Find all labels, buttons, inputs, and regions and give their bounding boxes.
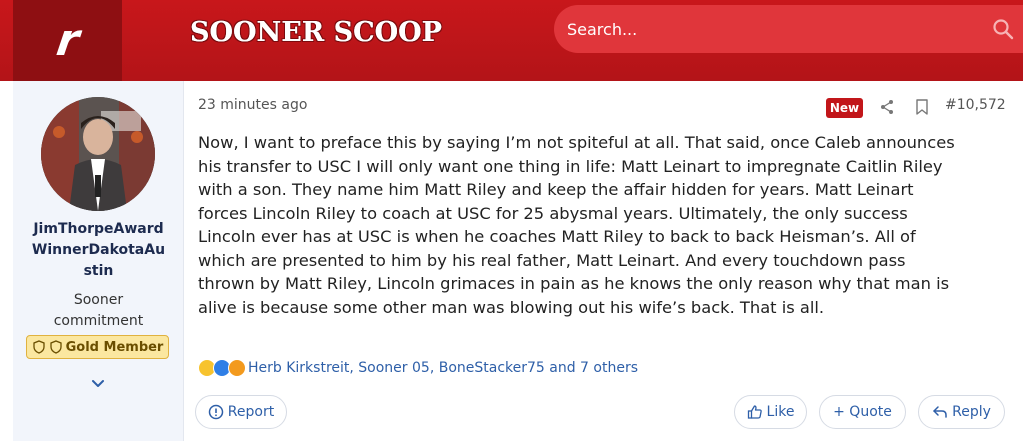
shield-icon — [32, 340, 45, 354]
post-line: alive is because some other man was blow… — [198, 297, 825, 317]
post-line: Lincoln ever has at USC is when he coach… — [198, 227, 916, 246]
post-number[interactable]: #10,572 — [945, 97, 1006, 113]
bookmark-icon[interactable] — [915, 99, 929, 115]
new-badge: New — [826, 98, 863, 118]
share-icon[interactable] — [879, 99, 895, 115]
badge-label: Gold Member — [65, 339, 164, 355]
chevron-down-icon[interactable] — [89, 377, 107, 391]
quote-button[interactable]: + Quote — [819, 395, 906, 429]
report-button[interactable]: Report — [195, 395, 287, 429]
user-info-panel: JimThorpeAward WinnerDakotaAu stin Soone… — [13, 81, 184, 441]
reply-arrow-icon — [933, 406, 947, 418]
quote-label: + Quote — [833, 404, 892, 420]
thumbs-up-icon — [747, 405, 762, 419]
reaction-icons[interactable] — [198, 359, 246, 377]
search-bar — [554, 5, 1023, 53]
site-header: r SOONER SCOOP — [0, 0, 1023, 81]
avatar[interactable] — [41, 97, 155, 211]
user-title-line-2: commitment — [53, 313, 144, 329]
gold-member-badge[interactable]: Gold Member — [26, 335, 169, 359]
search-input[interactable] — [567, 5, 967, 53]
brand-wordmark[interactable]: SOONER SCOOP — [190, 12, 442, 52]
post-line: which are presented to him by his real f… — [198, 250, 906, 270]
reaction-users[interactable]: Herb Kirkstreit, Sooner 05, BoneStacker7… — [248, 360, 638, 376]
user-title-line-1: Sooner — [73, 292, 124, 308]
username-line-1: JimThorpeAward — [33, 221, 164, 237]
logo-letter: r — [53, 14, 82, 66]
post-line: thrown by Matt Riley, Lincoln grimaces i… — [198, 274, 950, 293]
like-label: Like — [766, 404, 795, 420]
person-photo-icon — [41, 97, 155, 211]
post-line: forces Lincoln Riley to coach at USC for… — [198, 203, 908, 223]
post-body: Now, I want to preface this by saying I’… — [198, 131, 1008, 319]
heart-eyes-emoji-icon — [228, 359, 246, 377]
info-circle-icon — [208, 404, 224, 420]
username[interactable]: JimThorpeAward WinnerDakotaAu stin — [13, 219, 184, 282]
search-icon[interactable] — [991, 17, 1015, 41]
post-line: with a son. They name him Matt Riley and… — [198, 180, 914, 199]
report-label: Report — [227, 404, 275, 420]
post-timestamp[interactable]: 23 minutes ago — [198, 97, 307, 113]
post-line: his transfer to USC I will only want one… — [198, 156, 943, 176]
post-line: Now, I want to preface this by saying I’… — [198, 133, 955, 152]
shield-icon — [49, 340, 62, 354]
reactions-bar: Herb Kirkstreit, Sooner 05, BoneStacker7… — [198, 358, 638, 378]
site-logo[interactable]: r — [13, 0, 122, 81]
user-title: Sooner commitment — [13, 290, 184, 332]
like-button[interactable]: Like — [734, 395, 807, 429]
username-line-3: stin — [83, 263, 114, 279]
username-line-2: WinnerDakotaAu — [31, 242, 166, 258]
reply-button[interactable]: Reply — [918, 395, 1005, 429]
reply-label: Reply — [952, 404, 991, 420]
